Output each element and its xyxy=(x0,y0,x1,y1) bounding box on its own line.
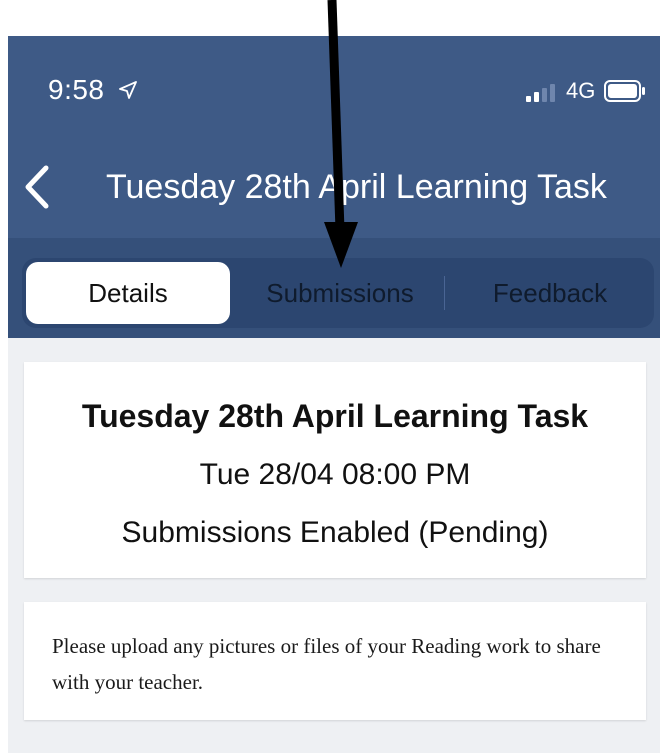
chevron-left-icon[interactable] xyxy=(18,162,58,212)
task-due-date: Tue 28/04 08:00 PM xyxy=(199,458,471,491)
segmented-control: Details Submissions Feedback xyxy=(22,258,654,328)
network-type: 4G xyxy=(566,78,596,103)
task-description-card: Please upload any pictures or files of y… xyxy=(24,602,646,720)
submission-status: Submissions Enabled (Pending) xyxy=(121,516,549,549)
task-title: Tuesday 28th April Learning Task xyxy=(81,398,589,434)
tab-divider xyxy=(444,276,445,310)
status-time: 9:58 xyxy=(48,74,105,105)
battery-icon xyxy=(604,80,645,102)
location-arrow-icon xyxy=(119,81,137,99)
phone-screen: 9:58 4G Tuesday 28th April Learning Task… xyxy=(8,36,660,753)
app-header: 9:58 4G Tuesday 28th April Learning Task… xyxy=(8,36,660,338)
tab-strip: Details Submissions Feedback xyxy=(8,238,660,338)
navigation-bar: Tuesday 28th April Learning Task xyxy=(8,146,660,230)
screenshot-frame: 9:58 4G Tuesday 28th April Learning Task… xyxy=(0,0,661,753)
signal-bars-icon xyxy=(526,84,555,102)
tab-feedback[interactable]: Feedback xyxy=(450,262,650,324)
page-title: Tuesday 28th April Learning Task xyxy=(106,168,607,206)
status-bar: 9:58 4G xyxy=(8,36,660,136)
tab-submissions[interactable]: Submissions xyxy=(238,262,442,324)
task-summary-card: Tuesday 28th April Learning Task Tue 28/… xyxy=(24,362,646,578)
tab-details[interactable]: Details xyxy=(26,262,230,324)
task-description: Please upload any pictures or files of y… xyxy=(52,634,601,694)
